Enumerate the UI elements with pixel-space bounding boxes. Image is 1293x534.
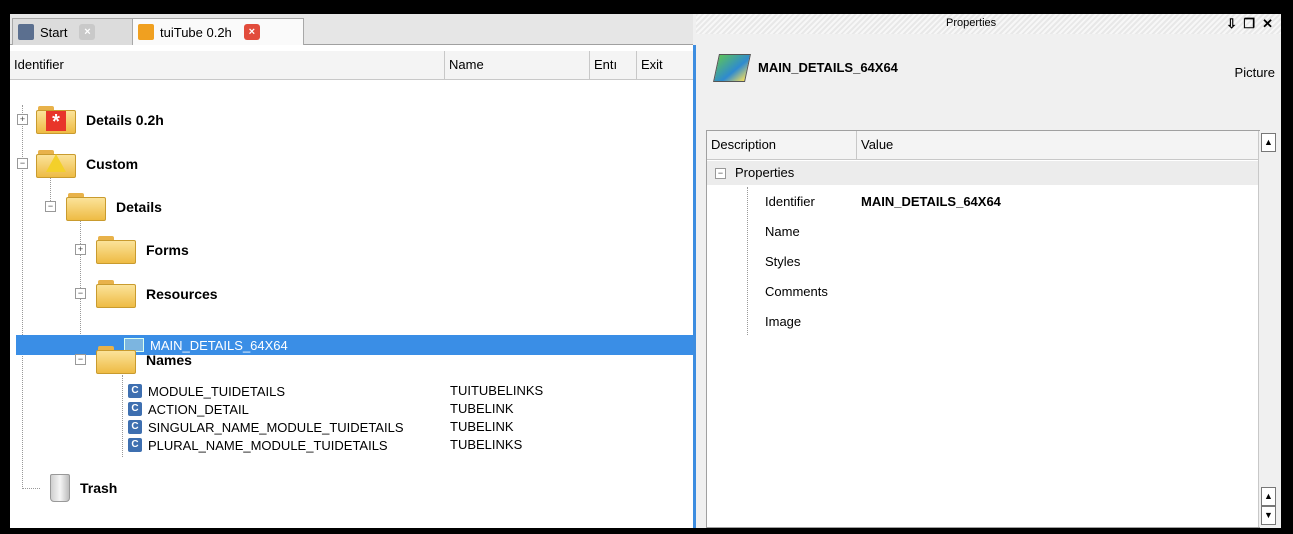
column-entry[interactable]: Entı bbox=[590, 51, 637, 79]
project-tree-panel: Identifier Name Entı Exit + * Details 0.… bbox=[10, 45, 696, 528]
list-item[interactable]: C MODULE_TUIDETAILS bbox=[128, 383, 285, 399]
properties-titlebar: Properties ⇩ ❐ ✕ bbox=[696, 14, 1281, 34]
tab-bar: Start × tuiTube 0.2h × bbox=[10, 14, 693, 45]
item-name: TUBELINK bbox=[450, 401, 514, 416]
scroll-up-icon[interactable]: ▲ bbox=[1261, 133, 1276, 152]
scroll-up-icon[interactable]: ▲ bbox=[1261, 487, 1276, 506]
tree-header: Identifier Name Entı Exit bbox=[10, 51, 693, 80]
property-group[interactable]: − Properties bbox=[707, 161, 1259, 185]
tree-node-custom[interactable]: Custom bbox=[36, 149, 138, 179]
star-icon: * bbox=[46, 111, 66, 133]
tree-line bbox=[122, 375, 123, 457]
column-value[interactable]: Value bbox=[857, 131, 1259, 159]
property-key: Name bbox=[765, 224, 800, 239]
tree-node-label: Trash bbox=[80, 480, 118, 496]
property-grid: Description Value − Properties Identifie… bbox=[706, 130, 1277, 528]
expand-icon[interactable]: + bbox=[17, 114, 28, 125]
item-name: TUITUBELINKS bbox=[450, 383, 544, 398]
property-row[interactable]: Image bbox=[707, 307, 1259, 337]
tab-tuitube[interactable]: tuiTube 0.2h × bbox=[132, 18, 304, 45]
collapse-icon[interactable]: − bbox=[75, 288, 86, 299]
item-identifier: SINGULAR_NAME_MODULE_TUIDETAILS bbox=[148, 419, 404, 435]
property-row[interactable]: Identifier MAIN_DETAILS_64X64 bbox=[707, 187, 1259, 217]
property-row[interactable]: Comments bbox=[707, 277, 1259, 307]
project-icon bbox=[138, 24, 154, 40]
property-row[interactable]: Name bbox=[707, 217, 1259, 247]
tree-node-resources[interactable]: Resources bbox=[96, 279, 218, 309]
close-icon[interactable]: ✕ bbox=[1262, 16, 1273, 32]
column-identifier[interactable]: Identifier bbox=[10, 51, 445, 79]
item-identifier: PLURAL_NAME_MODULE_TUIDETAILS bbox=[148, 437, 388, 453]
folder-icon bbox=[96, 346, 136, 374]
list-item[interactable]: C ACTION_DETAIL bbox=[128, 401, 249, 417]
float-icon[interactable]: ❐ bbox=[1243, 16, 1255, 32]
selected-item-name: MAIN_DETAILS_64X64 bbox=[758, 60, 898, 75]
list-item[interactable]: C SINGULAR_NAME_MODULE_TUIDETAILS bbox=[128, 419, 404, 435]
tab-start-label: Start bbox=[40, 24, 68, 40]
selected-item-type: Picture bbox=[1234, 65, 1275, 80]
picture-icon bbox=[713, 54, 751, 82]
constant-icon: C bbox=[128, 438, 142, 452]
pin-icon[interactable]: ⇩ bbox=[1226, 16, 1237, 32]
warning-icon bbox=[46, 154, 66, 172]
expand-icon[interactable]: + bbox=[75, 244, 86, 255]
constant-icon: C bbox=[128, 384, 142, 398]
group-label: Properties bbox=[735, 165, 795, 180]
tree-node-label: Resources bbox=[146, 286, 218, 302]
property-key: Styles bbox=[765, 254, 801, 269]
collapse-icon[interactable]: − bbox=[75, 354, 86, 365]
trash-icon bbox=[50, 474, 70, 502]
tree-node-forms[interactable]: Forms bbox=[96, 235, 189, 265]
panel-title: Properties bbox=[946, 17, 997, 29]
property-key: Comments bbox=[765, 284, 828, 299]
scroll-down-icon[interactable]: ▼ bbox=[1261, 506, 1276, 525]
tree-node-details-0-2h[interactable]: * Details 0.2h bbox=[36, 105, 164, 135]
folder-icon bbox=[96, 280, 136, 308]
folder-icon bbox=[96, 236, 136, 264]
tab-start[interactable]: Start × bbox=[12, 18, 134, 45]
collapse-icon[interactable]: − bbox=[715, 168, 726, 179]
folder-icon bbox=[36, 150, 76, 178]
collapse-icon[interactable]: − bbox=[17, 158, 28, 169]
property-key: Identifier bbox=[765, 194, 815, 209]
folder-icon: * bbox=[36, 106, 76, 134]
column-exit[interactable]: Exit bbox=[637, 51, 693, 79]
app-window: Start × tuiTube 0.2h × Identifier Name E… bbox=[10, 14, 1281, 528]
tree-node-details[interactable]: Details bbox=[66, 192, 162, 222]
tree-node-label: Forms bbox=[146, 242, 189, 258]
tree-line bbox=[22, 488, 40, 489]
folder-icon bbox=[66, 193, 106, 221]
tree-node-label: Names bbox=[146, 352, 192, 368]
list-item[interactable]: C PLURAL_NAME_MODULE_TUIDETAILS bbox=[128, 437, 388, 453]
tree-node-trash[interactable]: Trash bbox=[50, 473, 117, 503]
constant-icon: C bbox=[128, 402, 142, 416]
item-identifier: MODULE_TUIDETAILS bbox=[148, 383, 286, 399]
property-row[interactable]: Styles bbox=[707, 247, 1259, 277]
item-identifier: ACTION_DETAIL bbox=[148, 401, 249, 417]
vertical-scrollbar[interactable]: ▲ ▲ ▼ bbox=[1258, 131, 1277, 527]
property-value[interactable]: MAIN_DETAILS_64X64 bbox=[861, 194, 1001, 209]
property-key: Image bbox=[765, 314, 802, 329]
tree-node-label: Details 0.2h bbox=[86, 112, 164, 128]
item-name: TUBELINKS bbox=[450, 437, 523, 452]
tree-node-label: Custom bbox=[86, 156, 139, 172]
tree-node-label: Details bbox=[116, 199, 162, 215]
item-name: TUBELINK bbox=[450, 419, 514, 434]
properties-panel: Properties ⇩ ❐ ✕ MAIN_DETAILS_64X64 Pict… bbox=[696, 14, 1281, 528]
tab-tuitube-label: tuiTube 0.2h bbox=[160, 24, 232, 40]
constant-icon: C bbox=[128, 420, 142, 434]
column-name[interactable]: Name bbox=[445, 51, 590, 79]
tree-node-names[interactable]: Names bbox=[96, 345, 192, 375]
property-grid-header: Description Value bbox=[707, 131, 1259, 160]
close-icon[interactable]: × bbox=[79, 24, 96, 40]
close-icon[interactable]: × bbox=[243, 24, 260, 40]
collapse-icon[interactable]: − bbox=[45, 201, 56, 212]
start-icon bbox=[18, 24, 34, 40]
column-description[interactable]: Description bbox=[707, 131, 857, 159]
